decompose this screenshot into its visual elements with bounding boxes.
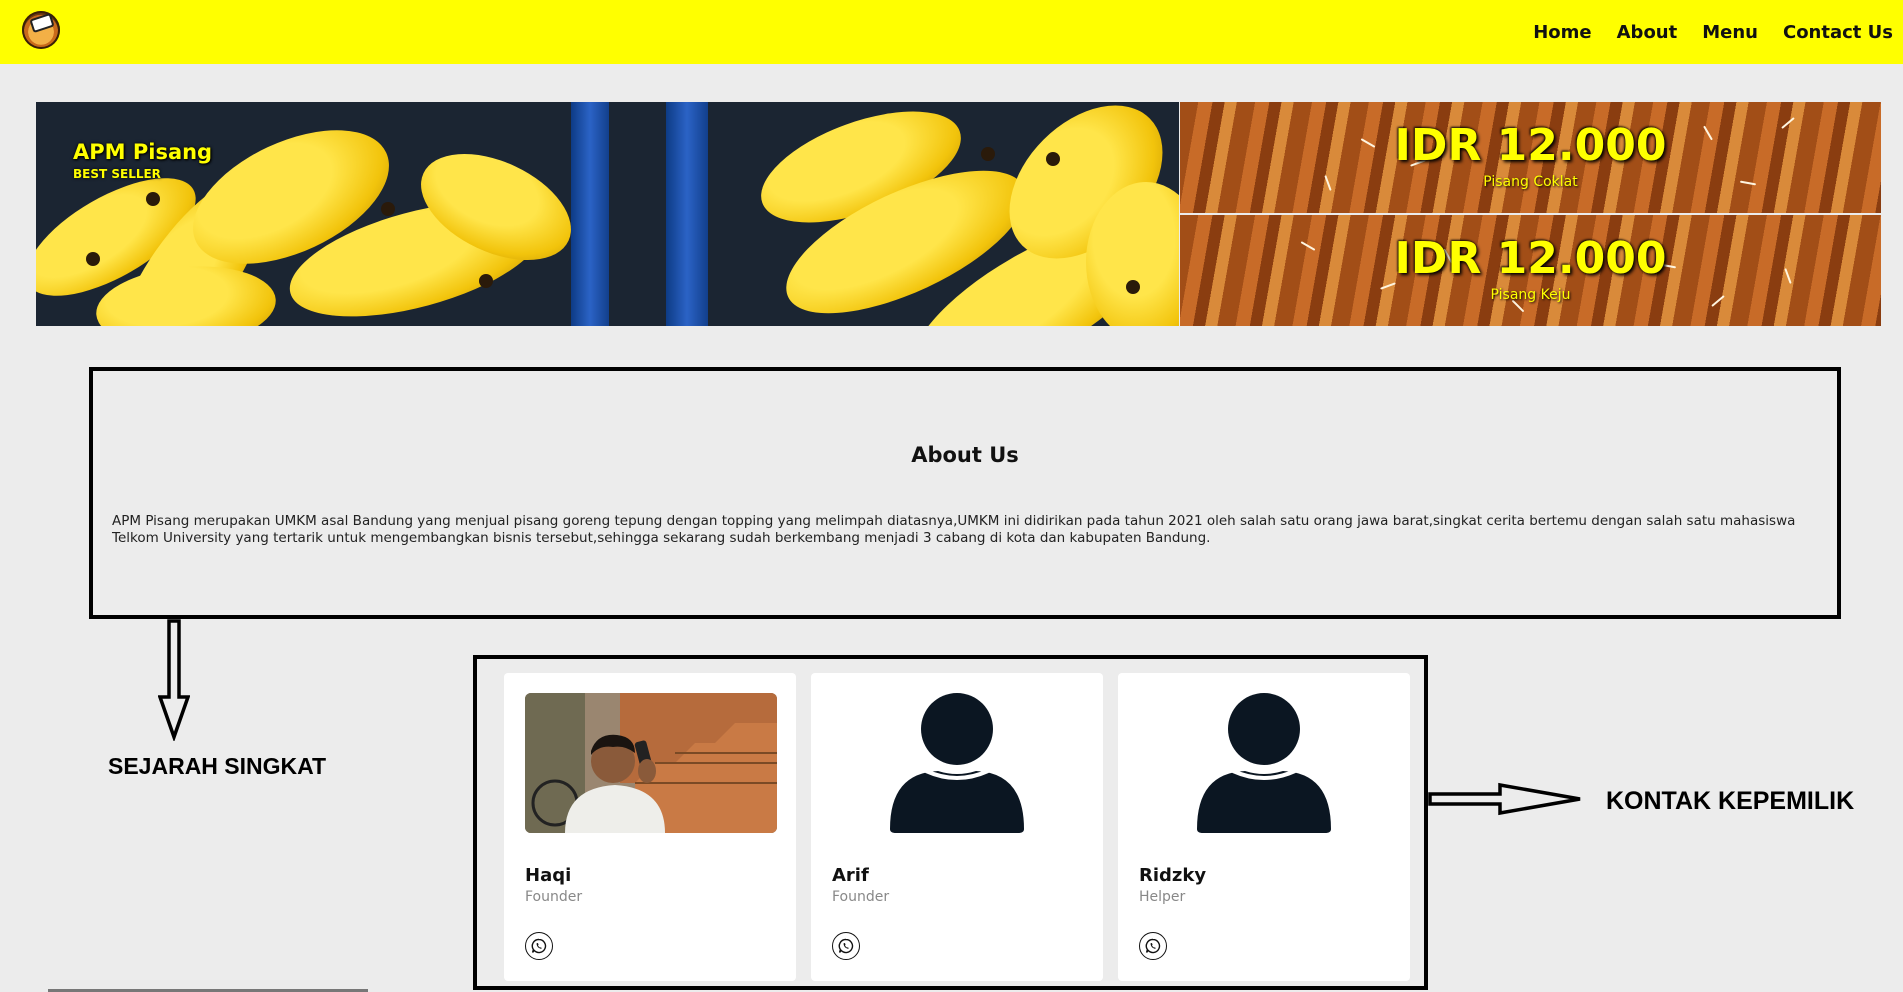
user-icon — [1197, 693, 1331, 833]
team-card-ridzky: Ridzky Helper — [1118, 673, 1410, 981]
hero-subtitle: BEST SELLER — [73, 167, 161, 181]
team-section: Haqi Founder Arif Founder Ridzky Helper — [473, 655, 1428, 990]
member-name: Arif — [832, 865, 869, 886]
nav-home[interactable]: Home — [1533, 22, 1591, 43]
nav-menu[interactable]: Menu — [1702, 22, 1758, 43]
annotation-sejarah: SEJARAH SINGKAT — [108, 753, 327, 779]
whatsapp-icon — [1145, 938, 1161, 954]
nav-links: Home About Menu Contact Us — [1508, 0, 1893, 64]
whatsapp-button[interactable] — [832, 932, 860, 960]
about-section: About Us APM Pisang merupakan UMKM asal … — [89, 367, 1841, 619]
hero-banana-image — [36, 102, 1179, 326]
price-name: Pisang Keju — [1490, 287, 1571, 303]
price-value: IDR 12.000 — [1394, 120, 1667, 171]
arrow-right-icon — [1428, 782, 1581, 816]
hero-title: APM Pisang — [73, 140, 213, 164]
team-card-arif: Arif Founder — [811, 673, 1103, 981]
annotation-kontak: KONTAK KEPEMILIK — [1606, 787, 1855, 815]
price-name: Pisang Coklat — [1483, 174, 1578, 190]
price-card-coklat[interactable]: IDR 12.000 Pisang Coklat — [1180, 102, 1881, 213]
member-role: Founder — [832, 889, 890, 905]
whatsapp-button[interactable] — [1139, 932, 1167, 960]
whatsapp-button[interactable] — [525, 932, 553, 960]
team-card-haqi: Haqi Founder — [504, 673, 796, 981]
whatsapp-icon — [838, 938, 854, 954]
about-title: About Us — [911, 443, 1019, 467]
nav-contact-us[interactable]: Contact Us — [1783, 22, 1893, 43]
brand-logo[interactable] — [22, 11, 60, 49]
member-name: Haqi — [525, 865, 572, 886]
arrow-down-icon — [158, 619, 190, 741]
price-card-keju[interactable]: IDR 12.000 Pisang Keju — [1180, 215, 1881, 326]
member-role: Founder — [525, 889, 583, 905]
crate-bar — [666, 102, 708, 326]
member-role: Helper — [1139, 889, 1186, 905]
nav-about[interactable]: About — [1617, 22, 1678, 43]
about-text: APM Pisang merupakan UMKM asal Bandung y… — [112, 513, 1796, 546]
navbar: Home About Menu Contact Us — [0, 0, 1903, 64]
user-icon — [890, 693, 1024, 833]
whatsapp-icon — [531, 938, 547, 954]
price-value: IDR 12.000 — [1394, 233, 1667, 284]
member-name: Ridzky — [1139, 865, 1207, 886]
member-photo — [525, 693, 777, 833]
crate-bar — [571, 102, 609, 326]
